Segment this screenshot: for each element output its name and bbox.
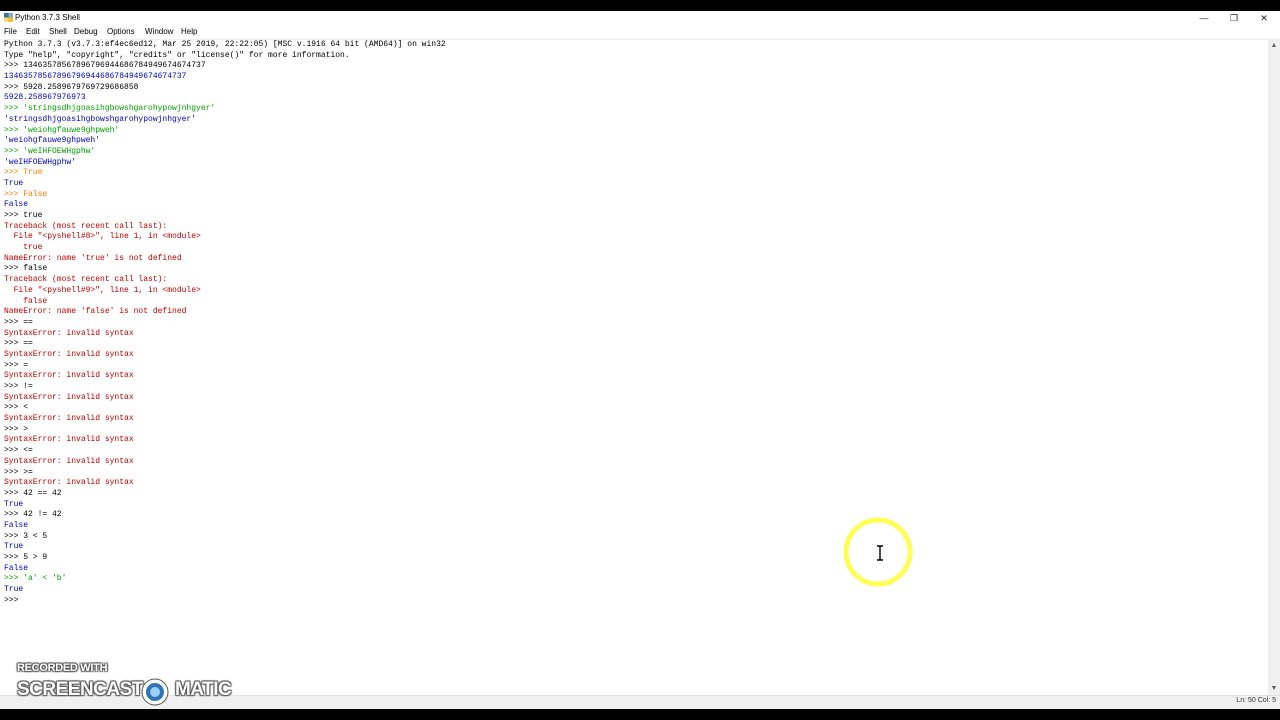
shell-line: False xyxy=(4,200,29,210)
shell-line: True xyxy=(4,499,24,509)
python-icon xyxy=(4,13,13,22)
shell-line: False xyxy=(4,563,29,573)
restore-button[interactable]: ❐ xyxy=(1219,11,1249,25)
watermark-left: SCREENCAST xyxy=(17,679,143,700)
shell-line: >>> 'weIHFOEWHgphw' xyxy=(4,146,96,156)
shell-line: false xyxy=(4,296,48,306)
shell-line: 'weiohgfauwe9ghpweh' xyxy=(4,136,101,146)
menu-debug[interactable]: Debug xyxy=(74,25,98,39)
shell-line: >>> 'weiohgfauwe9ghpweh' xyxy=(4,125,120,135)
shell-line: False xyxy=(4,520,29,530)
shell-line: >>> != xyxy=(4,382,33,391)
text-cursor-icon xyxy=(877,545,883,561)
shell-line: SyntaxError: invalid syntax xyxy=(4,328,134,338)
scroll-up-icon[interactable]: ▲ xyxy=(1268,40,1280,52)
shell-line: NameError: name 'true' is not defined xyxy=(4,253,182,263)
title-bar: Python 3.7.3 Shell — ❐ ✕ xyxy=(0,11,1280,25)
shell-line: 'stringsdhjgoasihgbowshgarohypowjnhgyer' xyxy=(4,114,197,124)
shell-line: SyntaxError: invalid syntax xyxy=(4,371,134,381)
shell-line: >>> 42 == 42 xyxy=(4,488,62,498)
shell-line: >>> 5928.2589679769729686858 xyxy=(4,82,139,92)
shell-line: >>> == xyxy=(4,317,33,327)
record-lens-icon xyxy=(141,678,169,706)
cursor-position: Ln: 50 Col: 5 xyxy=(1236,697,1276,704)
shell-line: >>> < xyxy=(4,403,29,413)
shell-line: True xyxy=(4,542,24,552)
shell-line: Traceback (most recent call last): xyxy=(4,275,168,285)
menu-window[interactable]: Window xyxy=(145,25,173,39)
shell-line: >>> > xyxy=(4,424,29,434)
shell-line: >>> xyxy=(4,595,24,605)
watermark-caption: RECORDED WITH xyxy=(17,662,108,674)
shell-line: SyntaxError: invalid syntax xyxy=(4,349,134,359)
menu-shell[interactable]: Shell xyxy=(49,25,67,39)
shell-line: >>> true xyxy=(4,211,43,220)
shell-line: SyntaxError: invalid syntax xyxy=(4,456,134,466)
idle-shell-window: Python 3.7.3 Shell — ❐ ✕ File Edit Shell… xyxy=(0,11,1280,709)
shell-line: true xyxy=(4,243,43,253)
shell-line: Python 3.7.3 (v3.7.3:ef4ec6ed12, Mar 25 … xyxy=(4,40,446,49)
shell-line: True xyxy=(4,178,24,188)
shell-line: >>> 3 < 5 xyxy=(4,531,48,541)
shell-line: >>> false xyxy=(4,264,48,274)
watermark-right: MATIC xyxy=(175,679,232,700)
shell-line: >>> False xyxy=(4,189,48,199)
shell-line: >>> = xyxy=(4,360,29,370)
shell-line: >>> <= xyxy=(4,446,33,456)
shell-line: SyntaxError: invalid syntax xyxy=(4,414,134,424)
shell-line: 'weIHFOEWHgphw' xyxy=(4,157,77,167)
shell-text-area[interactable]: Python 3.7.3 (v3.7.3:ef4ec6ed12, Mar 25 … xyxy=(0,40,1268,695)
shell-line: >>> 134635785678967969446867849496746747… xyxy=(4,61,206,71)
shell-line: SyntaxError: invalid syntax xyxy=(4,392,134,402)
scroll-down-icon[interactable]: ▼ xyxy=(1268,683,1280,695)
shell-line: Type "help", "copyright", "credits" or "… xyxy=(4,50,350,60)
window-title: Python 3.7.3 Shell xyxy=(15,13,80,22)
menu-bar: File Edit Shell Debug Options Window Hel… xyxy=(0,25,1280,40)
shell-line: >>> 5 > 9 xyxy=(4,553,48,562)
shell-line: 13463578567896796944686784949674674737 xyxy=(4,72,187,82)
shell-line: >>> == xyxy=(4,339,33,349)
shell-lines: Python 3.7.3 (v3.7.3:ef4ec6ed12, Mar 25 … xyxy=(4,40,446,606)
menu-edit[interactable]: Edit xyxy=(26,25,40,39)
shell-line: Traceback (most recent call last): xyxy=(4,221,168,231)
shell-line: SyntaxError: invalid syntax xyxy=(4,478,134,488)
shell-line: File "<pyshell#9>", line 1, in <module> xyxy=(4,285,201,295)
shell-line: 5928.258967976973 xyxy=(4,93,86,103)
menu-options[interactable]: Options xyxy=(107,25,135,39)
vertical-scrollbar[interactable]: ▲ ▼ xyxy=(1268,40,1280,695)
shell-line: >>> 'a' < 'b' xyxy=(4,574,67,584)
menu-help[interactable]: Help xyxy=(181,25,197,39)
shell-line: >>> 42 != 42 xyxy=(4,510,62,520)
shell-line: >>> >= xyxy=(4,467,33,477)
menu-file[interactable]: File xyxy=(4,25,17,39)
shell-line: >>> 'stringsdhjgoasihgbowshgarohypowjnhg… xyxy=(4,104,216,114)
shell-line: >>> True xyxy=(4,168,43,178)
shell-line: SyntaxError: invalid syntax xyxy=(4,435,134,445)
shell-line: NameError: name 'false' is not defined xyxy=(4,307,187,317)
shell-line: File "<pyshell#8>", line 1, in <module> xyxy=(4,232,201,242)
shell-line: True xyxy=(4,585,24,595)
minimize-button[interactable]: — xyxy=(1189,11,1219,25)
close-button[interactable]: ✕ xyxy=(1249,11,1279,25)
